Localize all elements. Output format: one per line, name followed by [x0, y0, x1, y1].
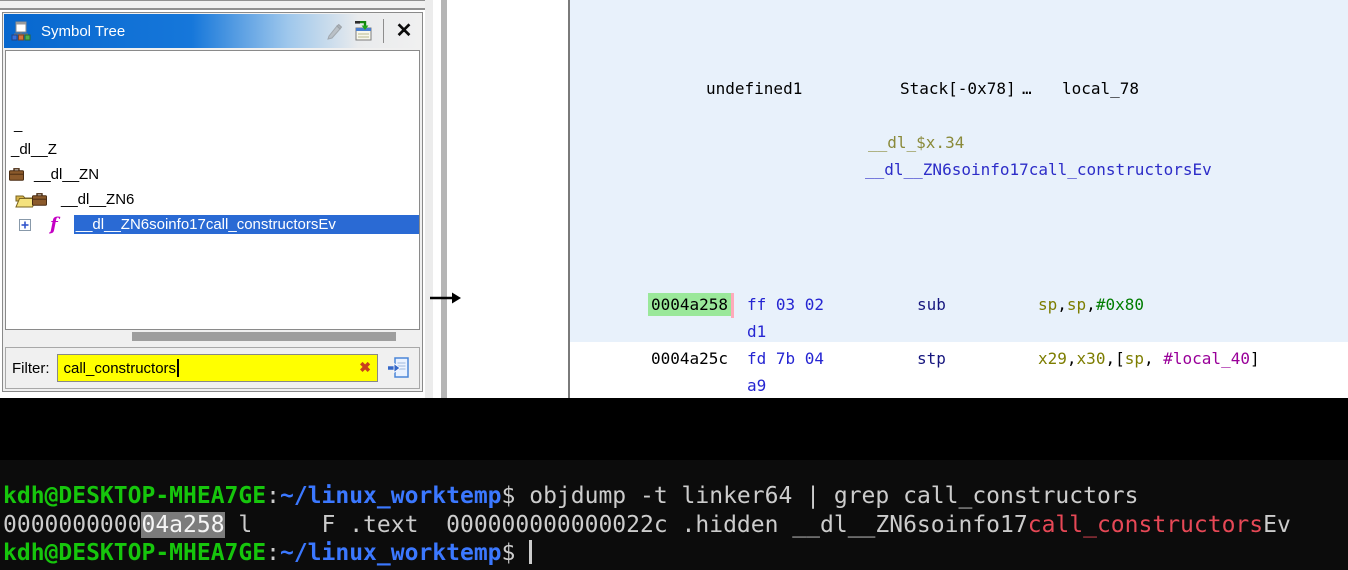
screenshot-root: Symbol Tree — [0, 0, 1348, 570]
horizontal-scrollbar[interactable] — [6, 332, 419, 342]
upper-panel-edge — [0, 0, 427, 10]
operand-token: , — [1057, 295, 1067, 314]
instruction-operands[interactable]: sp,sp,#0x80 — [1038, 295, 1144, 315]
briefcase-icon — [9, 168, 24, 181]
filter-bar: Filter: call_constructors ✖ — [5, 347, 420, 389]
code-label[interactable]: __dl_$x.34 — [868, 133, 964, 153]
terminal-cursor — [529, 540, 532, 564]
symbol-tree-toolbar: ✕ — [322, 19, 416, 43]
operand-token: , — [1086, 295, 1096, 314]
variable-name: local_78 — [1062, 79, 1139, 99]
terminal-segment: $ objdump -t linker64 | grep call_constr… — [502, 483, 1139, 509]
instruction-mnemonic[interactable]: stp — [917, 349, 946, 369]
operand-token: x30 — [1077, 349, 1106, 368]
terminal-line: kdh@DESKTOP-MHEA7GE:~/linux_worktemp$ ob… — [3, 482, 1291, 511]
tree-item-label[interactable]: _ — [12, 115, 24, 134]
close-icon[interactable]: ✕ — [392, 19, 416, 43]
tree-item-label[interactable]: __dl__ZN — [32, 165, 101, 184]
terminal-segment: : — [266, 483, 280, 509]
instruction-mnemonic[interactable]: sub — [917, 295, 946, 315]
panel-gap — [425, 0, 433, 398]
function-icon: f — [50, 216, 58, 234]
variable-storage: Stack[-0x78] — [900, 79, 1016, 99]
symbol-tree-list: _ _dl__Z __dl__ZN __dl__ZN6f __dl__ZN6soinfo… — [5, 50, 420, 330]
tree-item[interactable]: f __dl__ZN6soinfo17call_constructorsEv — [6, 212, 419, 237]
terminal-lines: kdh@DESKTOP-MHEA7GE:~/linux_worktemp$ ob… — [3, 482, 1291, 568]
tree-item[interactable]: __dl__ZN6 — [6, 187, 419, 212]
terminal-black-band — [0, 398, 1348, 460]
tree-item[interactable]: __dl__ZN — [6, 162, 419, 187]
listing-panel[interactable]: undefined1 Stack[-0x78] … local_78 __dl_… — [568, 0, 1348, 398]
variable-datatype: undefined1 — [706, 79, 802, 99]
symbol-tree-header[interactable]: Symbol Tree — [4, 14, 421, 48]
operand-token: , — [1067, 349, 1077, 368]
operand-token: #local_40 — [1163, 349, 1250, 368]
tree-item[interactable]: _dl__Z — [6, 137, 419, 162]
function-label[interactable]: __dl__ZN6soinfo17call_constructorsEv — [865, 160, 1212, 180]
filter-input[interactable]: call_constructors ✖ — [57, 354, 379, 382]
scrollbar-thumb[interactable] — [132, 332, 396, 341]
terminal-segment: 0000000000 — [3, 512, 141, 538]
operand-token: sp — [1038, 295, 1057, 314]
tree-item[interactable]: _ — [6, 112, 419, 137]
filter-options-button[interactable] — [385, 354, 413, 382]
symbol-tree-panel: Symbol Tree — [2, 12, 423, 392]
terminal-segment: kdh@DESKTOP-MHEA7GE — [3, 483, 266, 509]
splitter-line — [441, 0, 447, 398]
display-filter-icon[interactable] — [351, 19, 375, 43]
terminal-panel[interactable]: kdh@DESKTOP-MHEA7GE:~/linux_worktemp$ ob… — [0, 398, 1348, 570]
expand-plus-icon[interactable] — [19, 219, 31, 231]
operand-token: , — [1105, 349, 1115, 368]
instruction-bytes[interactable]: ff 03 02 — [747, 295, 824, 315]
terminal-segment: ~/linux_worktemp — [280, 540, 502, 566]
terminal-segment: kdh@DESKTOP-MHEA7GE — [3, 540, 266, 566]
terminal-segment: : — [266, 540, 280, 566]
clear-filter-icon[interactable]: ✖ — [359, 360, 371, 374]
terminal-segment: call_constructors — [1028, 512, 1263, 538]
operand-token: #0x80 — [1096, 295, 1144, 314]
listing-cursor — [731, 293, 734, 318]
operand-token: x29 — [1038, 349, 1067, 368]
instruction-address-highlighted[interactable]: 0004a258 — [648, 293, 731, 316]
instruction-bytes-wrap[interactable]: d1 — [747, 322, 766, 342]
tree-item-label[interactable]: __dl__ZN6soinfo17call_constructorsEv — [74, 215, 419, 234]
filter-label: Filter: — [12, 360, 50, 377]
terminal-segment: 04a258 — [141, 512, 224, 538]
operand-token: , — [1144, 349, 1163, 368]
terminal-line: kdh@DESKTOP-MHEA7GE:~/linux_worktemp$ — [3, 539, 1291, 568]
truncation-ellipsis: … — [1022, 79, 1032, 99]
open-folder-icon — [15, 192, 47, 208]
tree-item-label[interactable]: __dl__ZN6 — [59, 190, 136, 209]
terminal-segment: $ — [502, 540, 530, 566]
terminal-segment: l F .text 000000000000022c .hidden __dl_… — [225, 512, 1028, 538]
operand-token: ] — [1250, 349, 1260, 368]
filter-text: call_constructors — [64, 360, 177, 377]
operand-token: sp — [1125, 349, 1144, 368]
instruction-bytes[interactable]: fd 7b 04 — [747, 349, 824, 369]
instruction-address[interactable]: 0004a25c — [651, 349, 728, 369]
flow-arrow-icon — [430, 290, 462, 306]
operand-token: sp — [1067, 295, 1086, 314]
text-caret — [177, 359, 179, 377]
toolbar-separator — [383, 19, 384, 43]
terminal-segment: Ev — [1263, 512, 1291, 538]
operand-token: [ — [1115, 349, 1125, 368]
terminal-segment: ~/linux_worktemp — [280, 483, 502, 509]
panel-title: Symbol Tree — [41, 23, 125, 40]
instruction-operands[interactable]: x29,x30,[sp, #local_40] — [1038, 349, 1260, 369]
instruction-bytes-wrap[interactable]: a9 — [747, 376, 766, 396]
tree-item-label[interactable]: _dl__Z — [9, 140, 59, 159]
terminal-line: 000000000004a258 l F .text 0000000000000… — [3, 511, 1291, 540]
symbol-tree-icon — [9, 19, 33, 43]
edit-symbol-icon — [322, 19, 346, 43]
